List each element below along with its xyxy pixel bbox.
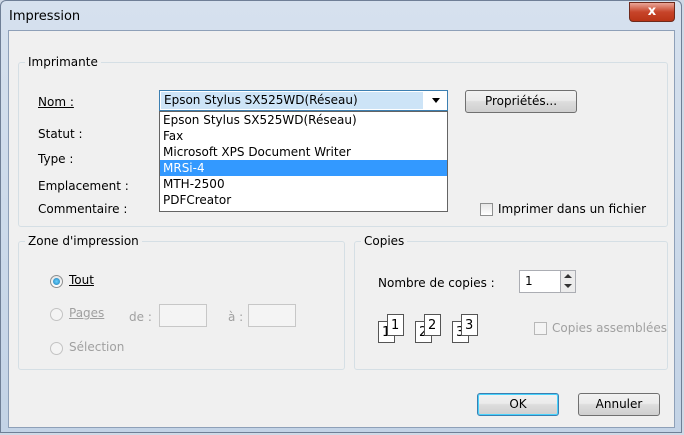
printer-select[interactable]: Epson Stylus SX525WD(Réseau) — [159, 90, 448, 111]
collate-checkbox[interactable] — [534, 322, 547, 335]
page-from-input[interactable] — [159, 304, 207, 327]
selection-label[interactable]: Sélection — [69, 340, 124, 354]
printer-select-value: Epson Stylus SX525WD(Réseau) — [161, 92, 423, 109]
print-range-group: Zone d'impression — [18, 234, 345, 370]
printer-option[interactable]: Microsoft XPS Document Writer — [160, 144, 447, 160]
copies-spin-buttons[interactable] — [560, 271, 575, 292]
all-pages-label[interactable]: Tout — [69, 273, 94, 287]
ok-button[interactable]: OK — [477, 393, 559, 416]
page-icon: 3 — [461, 314, 478, 336]
title-bar[interactable]: Impression x — [1, 1, 681, 31]
collate-label[interactable]: Copies assemblées — [552, 321, 667, 335]
close-button[interactable]: x — [629, 2, 675, 22]
all-pages-radio[interactable] — [50, 275, 63, 288]
copies-group: Copies — [354, 234, 668, 370]
chevron-down-icon[interactable] — [432, 98, 440, 103]
printer-dropdown-list[interactable]: Epson Stylus SX525WD(Réseau) Fax Microso… — [159, 111, 448, 212]
copies-count-label: Nombre de copies : — [378, 276, 495, 290]
print-dialog-window: Impression x Imprimante Nom : Statut : T… — [0, 0, 682, 433]
spin-up-icon[interactable] — [564, 274, 572, 278]
copies-count-stepper[interactable]: 1 — [519, 270, 576, 293]
selection-radio[interactable] — [50, 342, 63, 355]
page-icon: 1 — [387, 314, 404, 336]
printer-option[interactable]: MTH-2500 — [160, 176, 447, 192]
printer-option[interactable]: Epson Stylus SX525WD(Réseau) — [160, 112, 447, 128]
print-to-file-checkbox[interactable] — [480, 203, 493, 216]
printer-group-label: Imprimante — [28, 55, 98, 69]
pages-label[interactable]: Pages — [69, 306, 104, 320]
close-icon: x — [647, 4, 657, 19]
dialog-body: Imprimante Nom : Statut : Type : Emplace… — [8, 30, 675, 428]
print-range-group-label: Zone d'impression — [28, 234, 139, 248]
window-title: Impression — [9, 9, 81, 24]
printer-type-label: Type : — [38, 152, 74, 166]
printer-name-label: Nom : — [38, 95, 74, 109]
printer-option[interactable]: Fax — [160, 128, 447, 144]
printer-option[interactable]: PDFCreator — [160, 192, 447, 208]
page-from-label: de : — [129, 310, 152, 324]
printer-status-label: Statut : — [38, 127, 83, 141]
copies-count-value: 1 — [525, 274, 533, 288]
copies-group-label: Copies — [364, 234, 405, 248]
page-to-label: à : — [228, 310, 244, 324]
page-icon: 2 — [424, 314, 441, 336]
cancel-button[interactable]: Annuler — [578, 393, 660, 416]
printer-option-highlighted[interactable]: MRSi-4 — [160, 160, 447, 176]
printer-location-label: Emplacement : — [38, 179, 129, 193]
page-to-input[interactable] — [248, 304, 296, 327]
print-to-file-label[interactable]: Imprimer dans un fichier — [498, 202, 646, 216]
printer-comment-label: Commentaire : — [38, 202, 128, 216]
spin-down-icon[interactable] — [564, 284, 572, 288]
pages-radio[interactable] — [50, 308, 63, 321]
properties-button[interactable]: Propriétés... — [465, 90, 577, 113]
